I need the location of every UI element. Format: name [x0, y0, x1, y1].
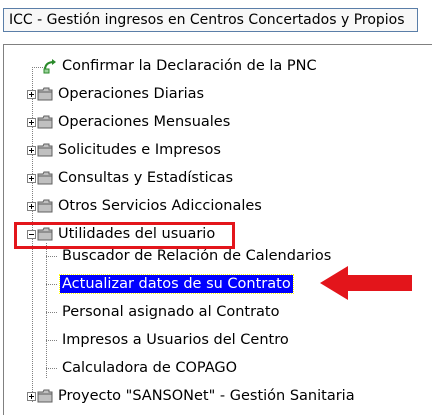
tree-item-operaciones-diarias[interactable]: Operaciones Diarias	[27, 84, 206, 104]
annotation-arrow-icon	[320, 266, 412, 300]
tree-connector	[46, 368, 58, 369]
tree-item-label: Impresos a Usuarios del Centro	[62, 332, 289, 348]
tree-item-label: Otros Servicios Adiccionales	[58, 198, 262, 214]
tree-item-label: Personal asignado al Contrato	[62, 304, 280, 320]
green-arrow-doc-icon	[43, 59, 56, 74]
folder-icon	[37, 389, 53, 403]
tree-item-label: Operaciones Diarias	[58, 86, 205, 102]
tree-item-personal-asignado[interactable]: Personal asignado al Contrato	[60, 302, 281, 322]
folder-icon	[37, 171, 53, 185]
tree-item-label: Operaciones Mensuales	[58, 114, 231, 130]
tree-item-label: Calculadora de COPAGO	[62, 360, 238, 376]
annotation-highlight-box	[14, 222, 235, 249]
tree-connector	[46, 312, 58, 313]
title-bar: ICC - Gestión ingresos en Centros Concer…	[0, 0, 432, 40]
tree-item-label: Buscador de Relación de Calendarios	[62, 248, 332, 264]
tree-item-label-selected: Actualizar datos de su Contrato	[59, 274, 294, 294]
tree-item-operaciones-mensuales[interactable]: Operaciones Mensuales	[27, 112, 232, 132]
tree-item-label: Confirmar la Declaración de la PNC	[62, 58, 317, 74]
tree-item-proyecto-sansonet[interactable]: Proyecto "SANSONet" - Gestión Sanitaria	[27, 386, 357, 406]
folder-icon	[37, 199, 53, 213]
tree-connector	[46, 284, 58, 285]
tree-connector	[46, 256, 58, 257]
folder-icon	[37, 87, 53, 101]
tree-connector	[46, 340, 58, 341]
tree-item-confirmar-declaracion[interactable]: Confirmar la Declaración de la PNC	[42, 56, 319, 76]
folder-icon	[37, 143, 53, 157]
tree-item-calculadora-copago[interactable]: Calculadora de COPAGO	[60, 358, 239, 378]
window-title: ICC - Gestión ingresos en Centros Concer…	[3, 8, 418, 32]
tree-child-line	[46, 243, 47, 379]
tree-item-impresos-usuarios[interactable]: Impresos a Usuarios del Centro	[60, 330, 291, 350]
tree-item-actualizar-contrato[interactable]: Actualizar datos de su Contrato	[59, 274, 294, 294]
tree-item-consultas-estadisticas[interactable]: Consultas y Estadísticas	[27, 168, 235, 188]
expand-icon[interactable]	[27, 89, 36, 99]
expand-icon[interactable]	[27, 117, 36, 127]
folder-icon	[37, 115, 53, 129]
expand-icon[interactable]	[27, 145, 36, 155]
tree-item-label: Consultas y Estadísticas	[58, 170, 234, 186]
app-window: ICC - Gestión ingresos en Centros Concer…	[0, 0, 432, 415]
expand-icon[interactable]	[27, 391, 36, 401]
tree-item-solicitudes-impresos[interactable]: Solicitudes e Impresos	[27, 140, 223, 160]
tree-item-label: Proyecto "SANSONet" - Gestión Sanitaria	[58, 388, 355, 404]
tree-item-label: Solicitudes e Impresos	[58, 142, 221, 158]
tree-item-otros-servicios[interactable]: Otros Servicios Adiccionales	[27, 196, 264, 216]
expand-icon[interactable]	[27, 173, 36, 183]
tree-item-buscador-calendarios[interactable]: Buscador de Relación de Calendarios	[60, 246, 333, 266]
expand-icon[interactable]	[27, 201, 36, 211]
